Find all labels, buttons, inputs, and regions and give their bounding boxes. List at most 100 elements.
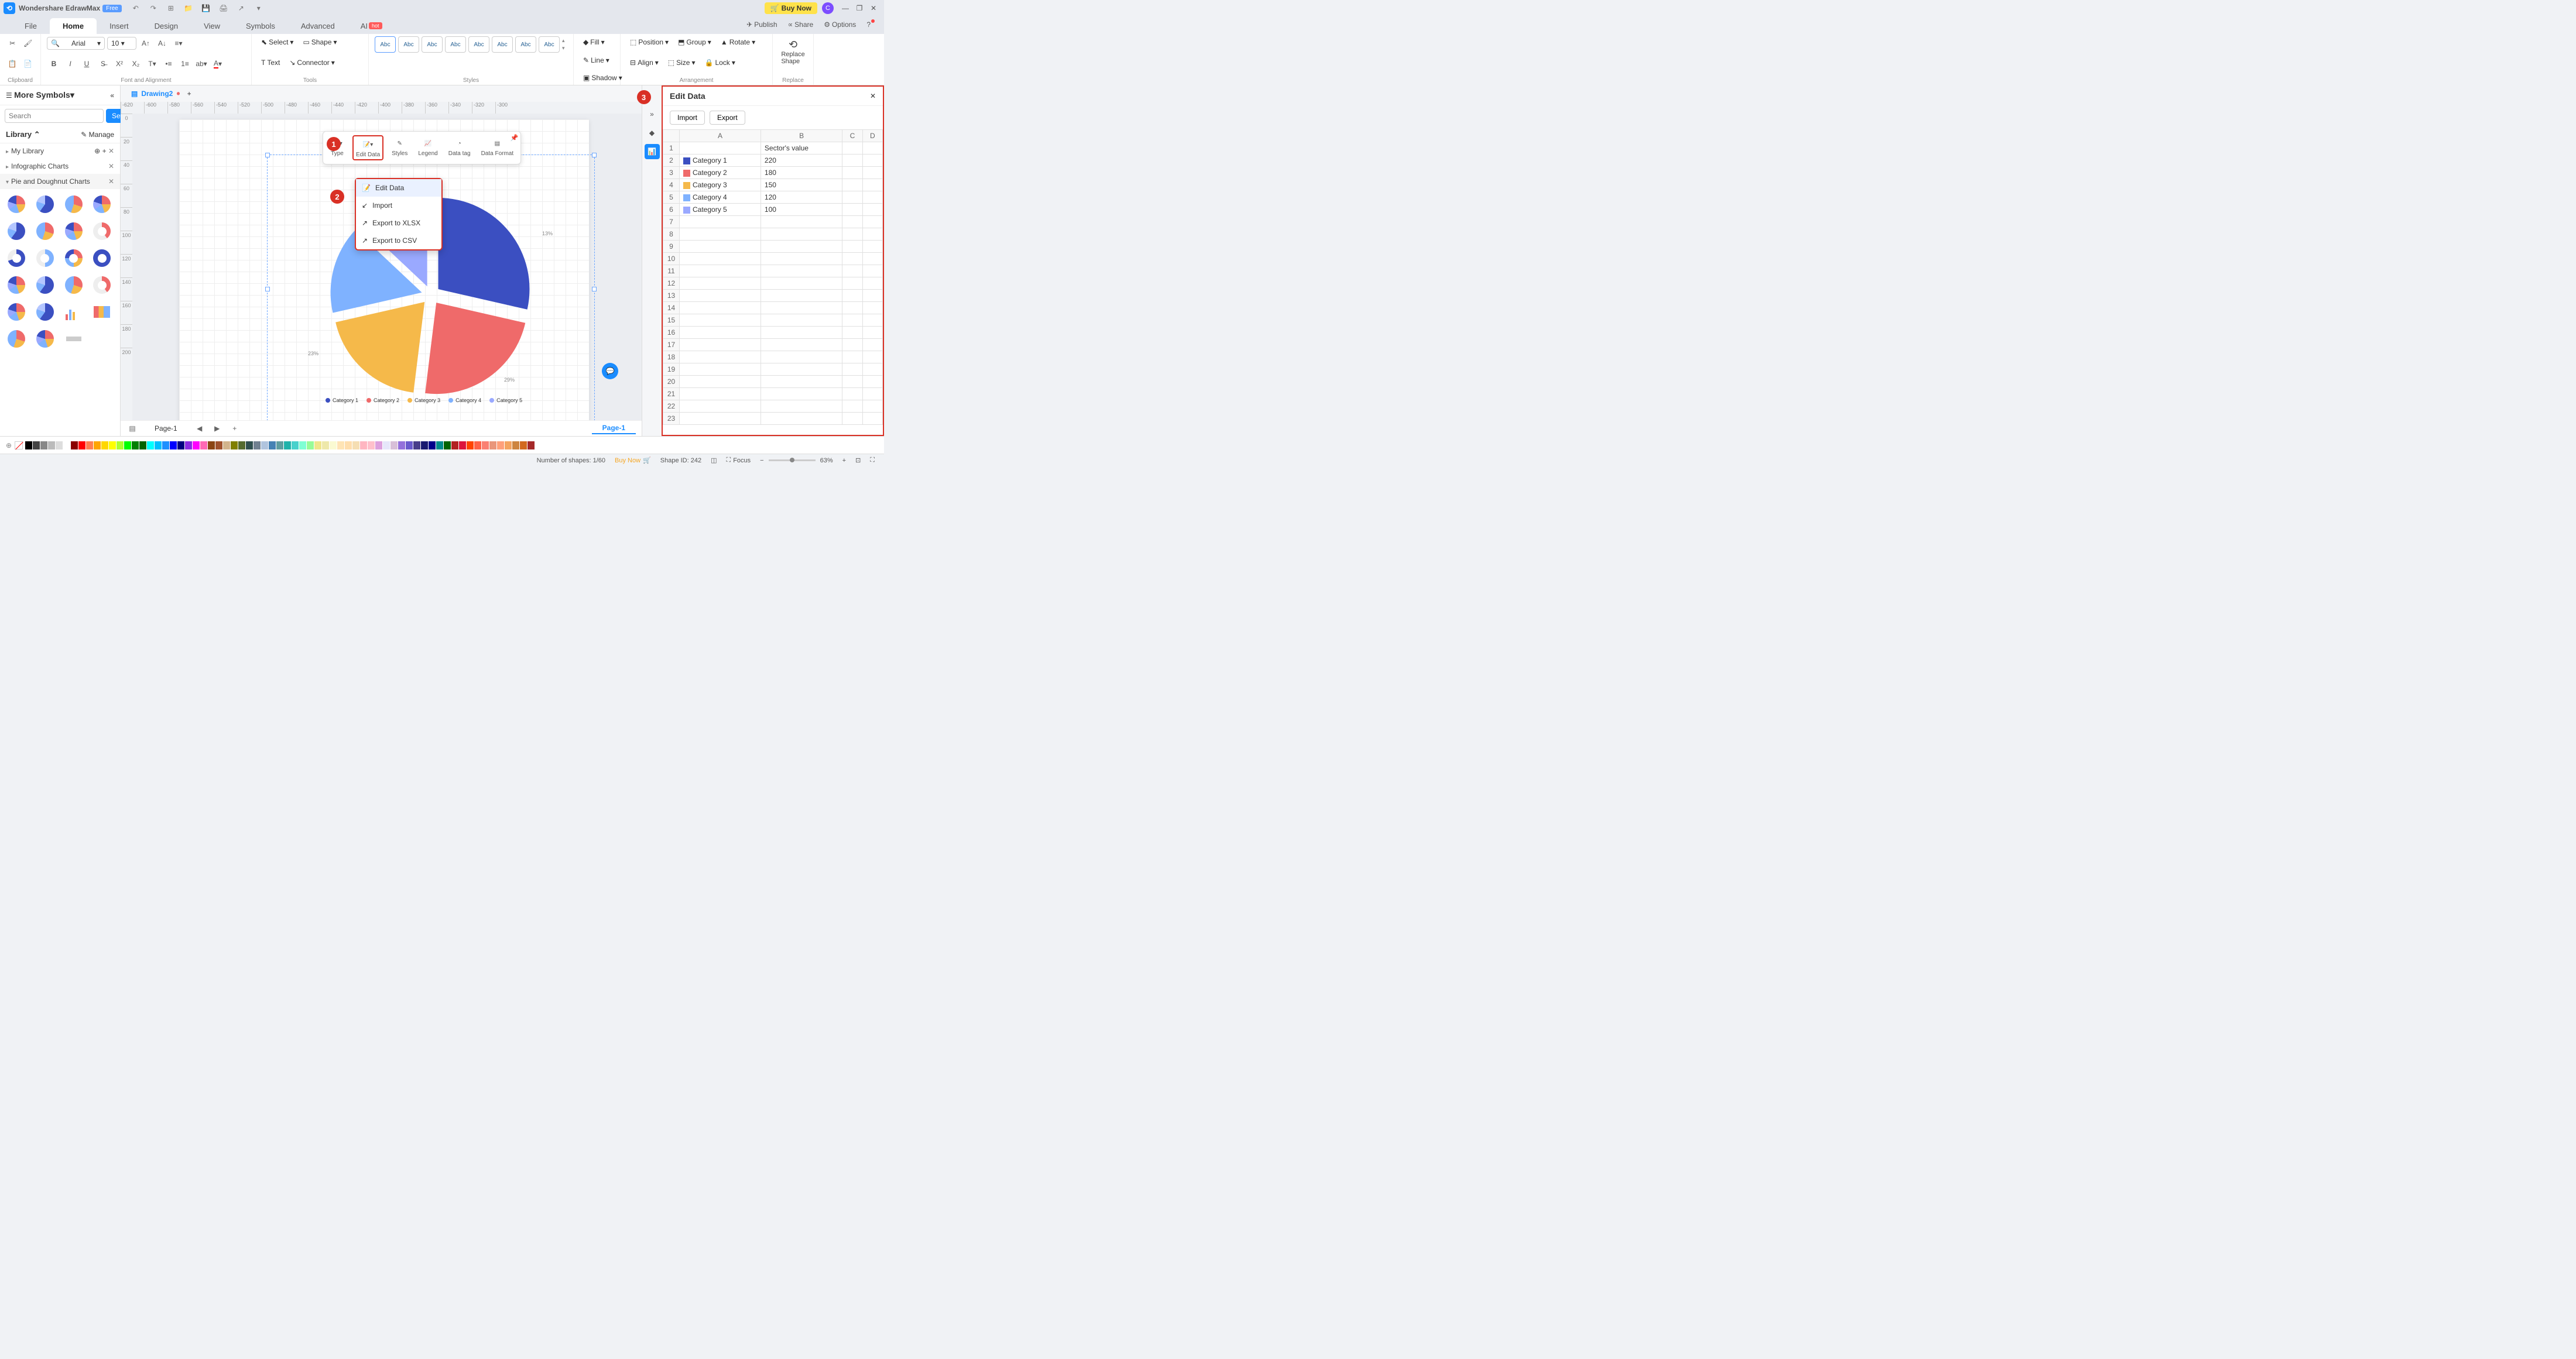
resize-handle[interactable] [265, 287, 270, 291]
fill-button[interactable]: ◆ Fill ▾ [580, 36, 614, 48]
symbol-search-input[interactable] [5, 109, 104, 123]
color-swatch[interactable] [383, 441, 390, 449]
color-swatch[interactable] [322, 441, 329, 449]
page[interactable]: Category 1Category 2Category 3Category 4… [179, 119, 589, 420]
import-button[interactable]: Import [670, 111, 705, 125]
dd-import[interactable]: ↙ Import [356, 197, 441, 214]
tab-insert[interactable]: Insert [97, 18, 142, 34]
bullets-icon[interactable]: •≡ [162, 57, 176, 71]
color-swatch[interactable] [147, 441, 154, 449]
data-table[interactable]: ABCD1Sector's value2Category 12203Catego… [663, 129, 883, 435]
donut-thumb[interactable] [33, 246, 57, 270]
color-swatch[interactable] [231, 441, 238, 449]
styles-button[interactable]: ✎Styles [389, 135, 410, 160]
color-swatch[interactable] [63, 441, 70, 449]
dd-export-csv[interactable]: ↗ Export to CSV [356, 232, 441, 249]
tab-symbols[interactable]: Symbols [233, 18, 288, 34]
highlight-icon[interactable]: ab▾ [194, 57, 208, 71]
copy-icon[interactable]: 📋 [6, 57, 19, 71]
color-swatch[interactable] [193, 441, 200, 449]
focus-button[interactable]: ⛶ Focus [722, 457, 756, 464]
close-icon[interactable]: ✕ [866, 1, 881, 15]
pie-thumb[interactable] [5, 219, 28, 243]
my-library-section[interactable]: ▸My Library ⊕ + ✕ [0, 143, 120, 159]
more-icon[interactable]: ▾ [252, 1, 266, 15]
color-swatch[interactable] [451, 441, 458, 449]
color-swatch[interactable] [467, 441, 474, 449]
pie-thumb[interactable] [5, 300, 28, 324]
style-preset-2[interactable]: Abc [398, 36, 419, 53]
color-swatch[interactable] [436, 441, 443, 449]
export-icon[interactable]: ↗ [234, 1, 248, 15]
zoom-in-icon[interactable]: + [838, 457, 851, 464]
font-color-icon[interactable]: A▾ [211, 57, 225, 71]
color-swatch[interactable] [527, 441, 535, 449]
pie-thumb[interactable] [33, 273, 57, 297]
color-swatch[interactable] [482, 441, 489, 449]
color-swatch[interactable] [307, 441, 314, 449]
redo-icon[interactable]: ↷ [146, 1, 160, 15]
donut-thumb[interactable] [62, 246, 85, 270]
pie-thumb[interactable] [5, 193, 28, 216]
donut-thumb[interactable] [90, 246, 114, 270]
buy-now-status[interactable]: Buy Now 🛒 [610, 457, 656, 464]
decrease-font-icon[interactable]: A↓ [155, 36, 169, 50]
undo-icon[interactable]: ↶ [129, 1, 143, 15]
align-button[interactable]: ⊟ Align▾ [626, 57, 662, 68]
shadow-button[interactable]: ▣ Shadow ▾ [580, 72, 614, 84]
dd-edit-data[interactable]: 📝 Edit Data [356, 179, 441, 197]
select-tool[interactable]: ⬉ Select ▾ [258, 36, 297, 48]
buy-now-button[interactable]: 🛒 Buy Now [765, 2, 817, 14]
maximize-icon[interactable]: ❐ [852, 1, 866, 15]
pie-thumb[interactable] [5, 327, 28, 351]
size-button[interactable]: ⬚ Size▾ [664, 57, 699, 68]
color-swatch[interactable] [398, 441, 405, 449]
color-swatch[interactable] [284, 441, 291, 449]
page-tab-1[interactable]: Page-1 [144, 423, 188, 434]
help-icon[interactable]: ? [863, 19, 879, 30]
style-preset-3[interactable]: Abc [422, 36, 443, 53]
tab-view[interactable]: View [191, 18, 233, 34]
color-swatch[interactable] [352, 441, 359, 449]
line-button[interactable]: ✎ Line ▾ [580, 54, 614, 66]
close-infographic-icon[interactable]: ✕ [108, 162, 114, 170]
color-swatch[interactable] [170, 441, 177, 449]
color-swatch[interactable] [269, 441, 276, 449]
color-swatch[interactable] [215, 441, 222, 449]
connector-tool[interactable]: ↘ Connector ▾ [286, 57, 338, 68]
color-swatch[interactable] [177, 441, 184, 449]
save-icon[interactable]: 💾 [199, 1, 213, 15]
color-swatch[interactable] [56, 441, 63, 449]
tab-advanced[interactable]: Advanced [288, 18, 348, 34]
subscript-icon[interactable]: X₂ [129, 57, 143, 71]
color-swatch[interactable] [162, 441, 169, 449]
new-folder-icon[interactable]: + [102, 147, 107, 155]
color-swatch[interactable] [512, 441, 519, 449]
color-swatch[interactable] [33, 441, 40, 449]
add-library-icon[interactable]: ⊕ [94, 147, 100, 155]
legend-button[interactable]: 📈Legend [416, 135, 440, 160]
color-swatch[interactable] [25, 441, 32, 449]
color-swatch[interactable] [155, 441, 162, 449]
pie-thumb[interactable] [5, 273, 28, 297]
color-swatch[interactable] [109, 441, 116, 449]
group-button[interactable]: ⬒ Group▾ [674, 36, 715, 48]
bar-thumb[interactable] [90, 300, 114, 324]
pie-section[interactable]: ▾Pie and Doughnut Charts ✕ [0, 174, 120, 189]
page-name-label[interactable]: Page-1 [592, 423, 636, 434]
pie-thumb[interactable] [62, 219, 85, 243]
expand-panel-icon[interactable]: » [645, 107, 660, 122]
plus-swatch-icon[interactable]: ⊕ [6, 441, 12, 449]
style-preset-5[interactable]: Abc [468, 36, 489, 53]
color-swatch[interactable] [185, 441, 192, 449]
color-swatch[interactable] [360, 441, 367, 449]
color-swatch[interactable] [314, 441, 321, 449]
rotate-button[interactable]: ▲ Rotate▾ [717, 36, 759, 48]
color-swatch[interactable] [276, 441, 283, 449]
donut-thumb[interactable] [90, 273, 114, 297]
pie-thumb[interactable] [62, 193, 85, 216]
color-swatch[interactable] [330, 441, 337, 449]
strikethrough-icon[interactable]: S̶ [96, 57, 110, 71]
color-swatch[interactable] [345, 441, 352, 449]
open-icon[interactable]: 📁 [181, 1, 196, 15]
